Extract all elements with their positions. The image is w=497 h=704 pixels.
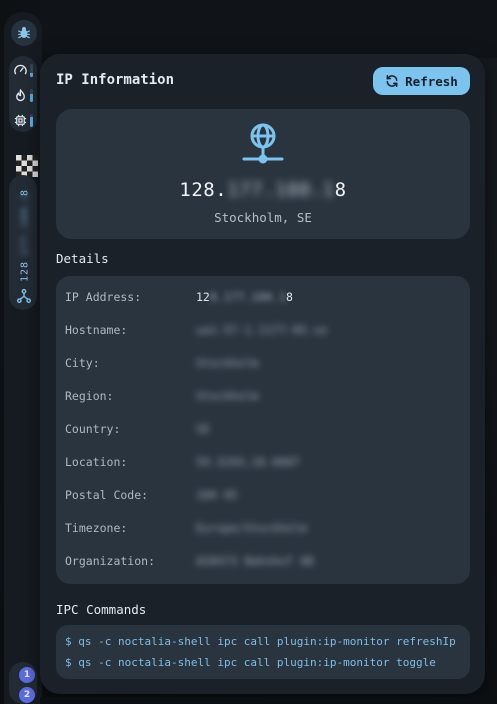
detail-row-postal-code: Postal Code: 100 05 — [65, 485, 461, 505]
gauge-icon — [14, 64, 27, 74]
screen-frame — [40, 0, 497, 58]
memory-widget[interactable] — [13, 110, 37, 130]
launcher-button[interactable] — [11, 20, 37, 46]
chip-icon — [14, 114, 27, 126]
details-card: IP Address: 128.177.180.18 Hostname: ua1… — [56, 276, 470, 584]
detail-value: Europe/Stockholm — [196, 521, 307, 535]
detail-value: 100 05 — [196, 488, 238, 502]
detail-row-ip: IP Address: 128.177.180.18 — [65, 287, 461, 307]
ip-text-start: 128 — [19, 260, 31, 282]
refresh-icon — [386, 74, 398, 88]
detail-key: Organization: — [65, 554, 156, 568]
detail-value: Stockholm — [196, 356, 259, 370]
ipc-heading: IPC Commands — [56, 602, 147, 617]
flame-icon — [16, 88, 25, 101]
detail-key: Location: — [65, 455, 128, 469]
ip-text-hidden: 177.180.1 — [19, 192, 31, 256]
detail-value: AS8473 Bahnhof AB — [196, 554, 314, 568]
detail-key: Region: — [65, 389, 114, 403]
detail-row-region: Region: Stockholm — [65, 386, 461, 406]
cpu-meter — [30, 63, 33, 77]
ip-redacted: 177.180.1 — [227, 179, 335, 201]
refresh-button[interactable]: Refresh — [373, 67, 470, 95]
detail-value: 59.3293,18.0687 — [196, 455, 300, 469]
details-heading: Details — [56, 251, 109, 266]
detail-row-location: Location: 59.3293,18.0687 — [65, 452, 461, 472]
ipc-commands-card: $ qs -c noctalia-shell ipc call plugin:i… — [56, 625, 470, 679]
detail-value: SE — [196, 422, 210, 436]
detail-key: Hostname: — [65, 323, 128, 337]
detail-row-hostname: Hostname: ua1-57-1.1177-85.se — [65, 320, 461, 340]
ip-end: 8 — [334, 179, 347, 201]
ip-information-panel: IP Information Refresh 128.177.180.18 St… — [40, 54, 485, 694]
detail-value: 128.177.180.18 — [196, 290, 293, 304]
ipc-command-toggle[interactable]: $ qs -c noctalia-shell ipc call plugin:i… — [65, 652, 461, 673]
screen-bottom-edge — [40, 697, 497, 704]
panel-title: IP Information — [56, 72, 175, 88]
ipc-command-refresh[interactable]: $ qs -c noctalia-shell ipc call plugin:i… — [65, 631, 461, 652]
memory-meter — [30, 113, 33, 127]
refresh-label: Refresh — [405, 73, 458, 89]
cpu-gauge-widget[interactable] — [13, 60, 37, 80]
detail-key: City: — [65, 356, 100, 370]
workspace-2[interactable]: 2 — [19, 687, 35, 703]
network-icon — [16, 288, 32, 304]
detail-row-city: City: Stockholm — [65, 353, 461, 373]
detail-row-organization: Organization: AS8473 Bahnhof AB — [65, 551, 461, 571]
public-ip-address: 128.177.180.18 — [56, 179, 470, 201]
detail-key: Country: — [65, 422, 121, 436]
bug-icon — [18, 27, 30, 39]
workspace-1[interactable]: 1 — [19, 667, 35, 683]
detail-row-country: Country: SE — [65, 419, 461, 439]
detail-key: Timezone: — [65, 521, 128, 535]
globe-network-icon — [242, 123, 284, 164]
ip-start: 128. — [179, 179, 228, 201]
tray-app-icon[interactable] — [16, 155, 38, 177]
detail-value: Stockholm — [196, 389, 259, 403]
detail-row-timezone: Timezone: Europe/Stockholm — [65, 518, 461, 538]
temperature-widget[interactable] — [13, 85, 37, 105]
temperature-meter — [30, 88, 33, 102]
detail-value: ua1-57-1.1177-85.se — [196, 323, 328, 337]
detail-key: Postal Code: — [65, 488, 149, 502]
location-text: Stockholm, SE — [214, 210, 312, 225]
detail-key: IP Address: — [65, 290, 142, 304]
ip-summary-card: 128.177.180.18 Stockholm, SE — [56, 109, 470, 239]
side-bar: 8 177.180.1 128 1 2 — [4, 12, 42, 704]
